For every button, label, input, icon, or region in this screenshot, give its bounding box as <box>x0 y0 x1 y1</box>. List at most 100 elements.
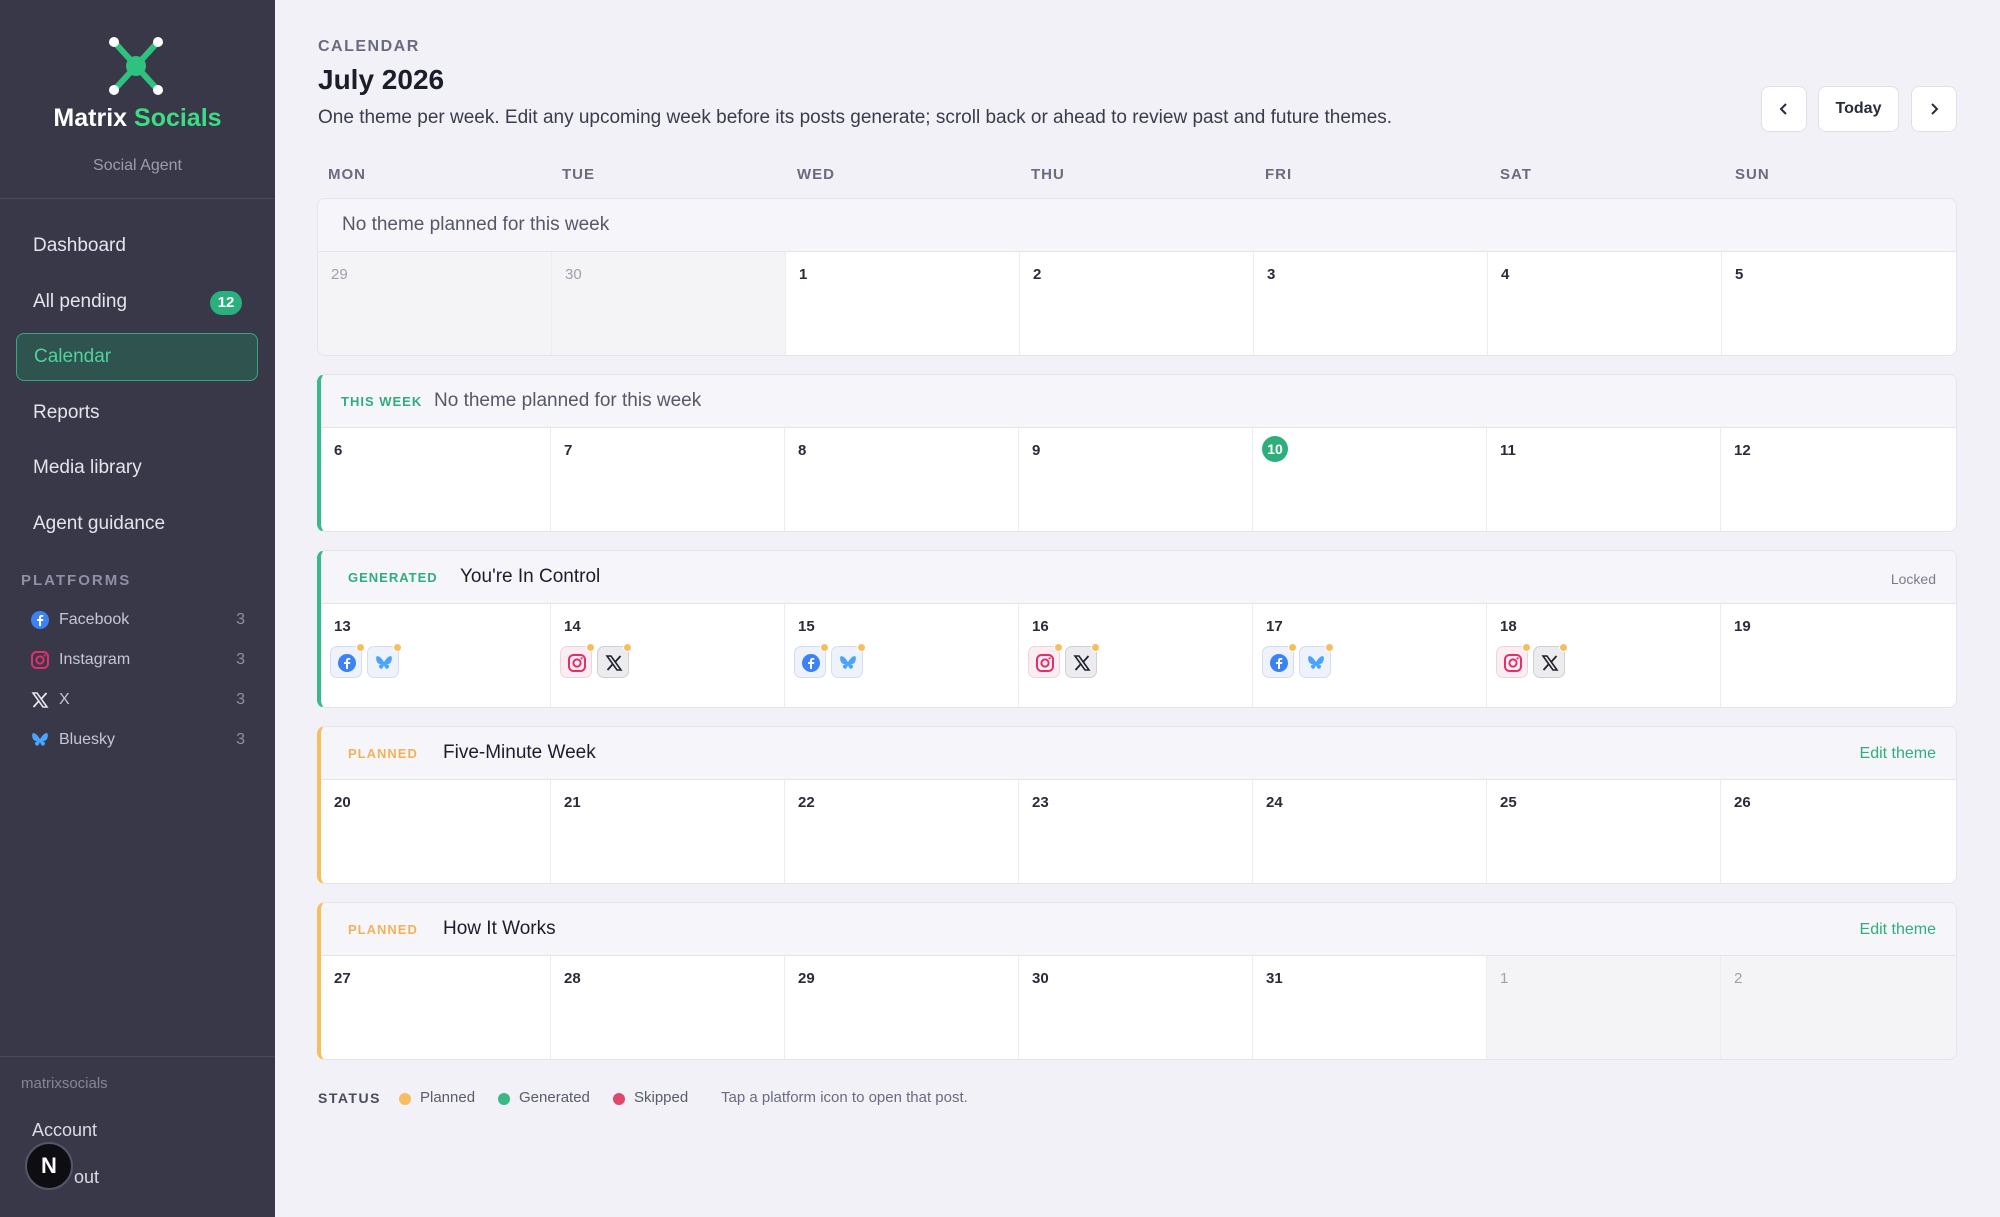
day-number: 30 <box>1032 970 1049 987</box>
account-link[interactable]: Account <box>32 1120 97 1141</box>
day-number: 20 <box>334 794 351 811</box>
logout-link[interactable]: out <box>74 1167 99 1188</box>
nav-all-pending[interactable]: All pending 12 <box>16 278 258 326</box>
day-cell[interactable]: 6 <box>321 428 551 531</box>
platform-label: Facebook <box>59 611 130 628</box>
day-cell[interactable]: 9 <box>1019 428 1253 531</box>
day-number: 23 <box>1032 794 1049 811</box>
week-row: THIS WEEK No theme planned for this week… <box>317 374 1957 532</box>
bluesky-post-chip[interactable] <box>831 643 866 678</box>
bluesky-post-chip[interactable] <box>1299 643 1334 678</box>
day-cell[interactable]: 30 <box>552 252 786 355</box>
platform-facebook[interactable]: Facebook 3 <box>30 606 245 634</box>
nav-dashboard[interactable]: Dashboard <box>16 222 258 270</box>
platform-x[interactable]: X 3 <box>30 686 245 714</box>
day-number: 19 <box>1734 618 1751 635</box>
day-number: 31 <box>1266 970 1283 987</box>
day-cell[interactable]: 15 <box>785 604 1019 707</box>
day-cell[interactable]: 2 <box>1020 252 1254 355</box>
nav-media-library[interactable]: Media library <box>16 444 258 492</box>
day-cell[interactable]: 24 <box>1253 780 1487 883</box>
facebook-post-chip[interactable] <box>330 643 365 678</box>
facebook-post-chip[interactable] <box>1262 643 1297 678</box>
brand-name-part: Matrix <box>53 104 128 132</box>
edit-theme-button[interactable]: Edit theme <box>1860 921 1936 939</box>
week-status: PLANNED <box>348 746 418 761</box>
day-cell[interactable]: 29 <box>318 252 552 355</box>
status-dot <box>1091 643 1100 652</box>
instagram-icon <box>31 651 49 669</box>
instagram-post-chip[interactable] <box>1028 643 1063 678</box>
day-cell[interactable]: 31 <box>1253 956 1487 1059</box>
nav-agent-guidance[interactable]: Agent guidance <box>16 500 258 548</box>
day-cell[interactable]: 14 <box>551 604 785 707</box>
brand-name[interactable]: Matrix Socials <box>0 104 275 133</box>
day-cell[interactable]: 12 <box>1721 428 1956 531</box>
status-dot <box>623 643 632 652</box>
locked-label: Locked <box>1890 571 1936 587</box>
day-cell[interactable]: 22 <box>785 780 1019 883</box>
weekday-header: TUE <box>562 166 595 183</box>
day-cell[interactable]: 3 <box>1254 252 1488 355</box>
x-post-chip[interactable] <box>1065 643 1100 678</box>
day-cell[interactable]: 2 <box>1721 956 1956 1059</box>
day-cell[interactable]: 7 <box>551 428 785 531</box>
day-cell[interactable]: 13 <box>321 604 551 707</box>
weekday-header: SAT <box>1500 166 1532 183</box>
next-month-button[interactable] <box>1911 86 1957 132</box>
nav-label: All pending <box>33 291 128 312</box>
day-number: 25 <box>1500 794 1517 811</box>
nav-reports[interactable]: Reports <box>16 389 258 437</box>
n-badge-icon[interactable]: N <box>25 1142 73 1190</box>
page-description: One theme per week. Edit any upcoming we… <box>318 107 1393 128</box>
day-cell[interactable]: 18 <box>1487 604 1721 707</box>
day-cell-today[interactable]: 10 <box>1253 428 1487 531</box>
bluesky-post-chip[interactable] <box>367 643 402 678</box>
day-cell[interactable]: 26 <box>1721 780 1956 883</box>
instagram-post-chip[interactable] <box>560 643 595 678</box>
status-dot <box>1559 643 1568 652</box>
weekday-header: MON <box>328 166 366 183</box>
today-button[interactable]: Today <box>1818 86 1899 132</box>
brand-subtitle: Social Agent <box>93 157 182 174</box>
day-number: 18 <box>1500 618 1517 635</box>
day-cell[interactable]: 28 <box>551 956 785 1059</box>
skipped-dot <box>613 1093 625 1105</box>
account-username: matrixsocials <box>21 1075 108 1092</box>
x-post-chip[interactable] <box>597 643 632 678</box>
brand: Matrix Socials Social Agent <box>0 0 275 199</box>
day-cell[interactable]: 11 <box>1487 428 1721 531</box>
day-cell[interactable]: 25 <box>1487 780 1721 883</box>
edit-theme-button[interactable]: Edit theme <box>1860 745 1936 763</box>
day-number: 28 <box>564 970 581 987</box>
week-header: THIS WEEK No theme planned for this week <box>321 375 1956 428</box>
day-cell[interactable]: 5 <box>1722 252 1956 355</box>
week-status: THIS WEEK <box>341 394 423 409</box>
instagram-post-chip[interactable] <box>1496 643 1531 678</box>
day-cell[interactable]: 16 <box>1019 604 1253 707</box>
day-cell[interactable]: 1 <box>786 252 1020 355</box>
week-header: PLANNED Five-Minute Week Edit theme <box>321 727 1956 780</box>
day-cell[interactable]: 4 <box>1488 252 1722 355</box>
day-cell[interactable]: 27 <box>321 956 551 1059</box>
prev-month-button[interactable] <box>1761 86 1807 132</box>
day-number: 29 <box>331 266 348 283</box>
day-cell[interactable]: 1 <box>1487 956 1721 1059</box>
day-cell[interactable]: 19 <box>1721 604 1956 707</box>
day-number: 27 <box>334 970 351 987</box>
platform-bluesky[interactable]: Bluesky 3 <box>30 726 245 754</box>
facebook-post-chip[interactable] <box>794 643 829 678</box>
day-cell[interactable]: 17 <box>1253 604 1487 707</box>
nav-calendar[interactable]: Calendar <box>16 333 258 381</box>
platform-count: 3 <box>236 691 245 708</box>
day-cell[interactable]: 8 <box>785 428 1019 531</box>
platform-instagram[interactable]: Instagram 3 <box>30 646 245 674</box>
week-theme: You're In Control <box>460 566 601 587</box>
day-cell[interactable]: 20 <box>321 780 551 883</box>
day-cell[interactable]: 29 <box>785 956 1019 1059</box>
day-cell[interactable]: 23 <box>1019 780 1253 883</box>
day-cell[interactable]: 21 <box>551 780 785 883</box>
status-dot <box>857 643 866 652</box>
day-cell[interactable]: 30 <box>1019 956 1253 1059</box>
x-post-chip[interactable] <box>1533 643 1568 678</box>
